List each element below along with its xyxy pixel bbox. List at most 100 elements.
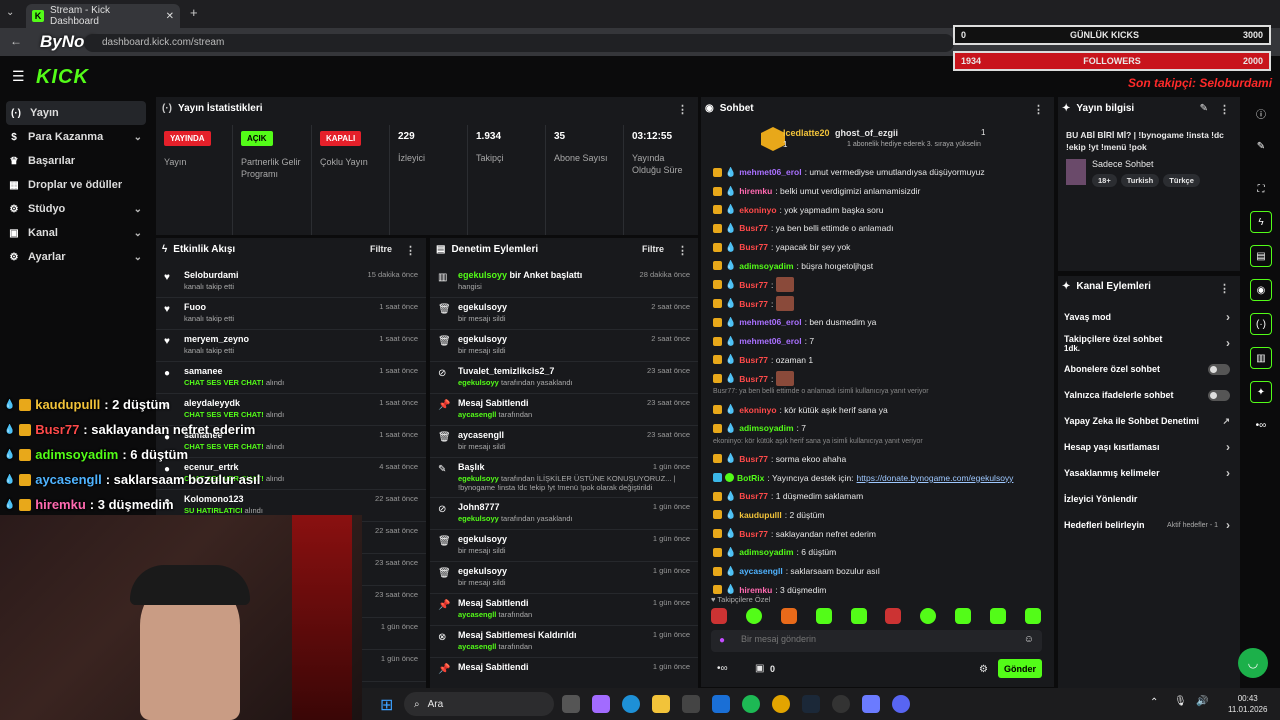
chevron-down-icon[interactable]: ⌄ <box>134 204 142 215</box>
obs-icon[interactable] <box>832 695 850 713</box>
stream-tag[interactable]: 18+ <box>1092 174 1117 187</box>
chat-message[interactable]: 💧 Busr77: <box>701 369 1054 388</box>
stream-tag[interactable]: Turkish <box>1120 174 1160 187</box>
sidebar-item[interactable]: ♛ Başarılar <box>0 149 152 173</box>
chevron-right-icon[interactable]: › <box>1226 518 1230 532</box>
copilot-icon[interactable] <box>592 695 610 713</box>
sidebar-item[interactable]: (·) Yayın <box>6 101 146 125</box>
chat-username[interactable]: adimsoyadim <box>739 423 793 433</box>
url-field[interactable]: dashboard.kick.com/stream <box>84 34 954 52</box>
chevron-down-icon[interactable]: ⌄ <box>134 252 142 263</box>
chevron-right-icon[interactable]: › <box>1226 440 1230 454</box>
edge-icon[interactable] <box>622 695 640 713</box>
gift-target-name[interactable]: ghost_of_ezgii <box>835 128 898 138</box>
chat-username[interactable]: Busr77 <box>739 374 768 384</box>
chat-message[interactable]: 💧 adimsoyadim: 6 düştüm <box>701 543 1054 562</box>
moderation-row[interactable]: ⊘ Tuvalet_temizlikcis2_7 egekulsoyy tarafı… <box>430 362 698 394</box>
moderation-more-icon[interactable]: ⋮ <box>677 244 688 257</box>
chevron-down-icon[interactable]: ⌄ <box>134 132 142 143</box>
chevron-right-icon[interactable]: › <box>1226 466 1230 480</box>
chat-username[interactable]: ekoninyo <box>739 405 776 415</box>
channel-action-item[interactable]: Hesap yaşı kısıtlaması › <box>1058 434 1240 460</box>
sidebar-item[interactable]: ▣ Kanal ⌄ <box>0 221 152 245</box>
moderation-row[interactable]: ▥ egekulsoyy bir Anket başlattı hangisi 28 … <box>430 266 698 298</box>
moderation-row[interactable]: 📌 Mesaj Sabitlendi 1 gün önce <box>430 658 698 688</box>
chrome-icon[interactable] <box>772 695 790 713</box>
menu-icon[interactable]: ☰ <box>12 68 25 85</box>
chat-input-box[interactable]: ● ☺ <box>711 630 1042 652</box>
mail-icon[interactable] <box>712 695 730 713</box>
chat-settings-icon[interactable]: ⚙ <box>979 664 988 675</box>
channel-action-item[interactable]: İzleyici Yönlendir <box>1058 486 1240 512</box>
category-name[interactable]: Sadece Sohbet <box>1092 159 1154 169</box>
moderation-row[interactable]: 🗑 egekulsoyy bir mesajı sildi 1 gün önce <box>430 562 698 594</box>
sidebar-item[interactable]: ⚙ Ayarlar ⌄ <box>0 245 152 269</box>
emote-icon[interactable] <box>780 608 797 624</box>
stats-more-icon[interactable]: ⋮ <box>677 103 688 116</box>
chat-username[interactable]: Busr77 <box>739 491 768 501</box>
chat-message[interactable]: BotRix: Yayıncıya destek için: https://d… <box>701 468 1054 487</box>
gift-icon[interactable]: ▣ <box>755 663 764 674</box>
microphone-tray-icon[interactable]: 🎙 <box>1174 696 1187 707</box>
chat-message[interactable]: 💧 Busr77: saklayandan nefret ederim <box>701 524 1054 543</box>
chat-username[interactable]: mehmet06_erol <box>739 336 801 346</box>
sidebar-item[interactable]: ⚙ Stüdyo ⌄ <box>0 197 152 221</box>
chat-username[interactable]: BotRix <box>737 473 764 483</box>
moderation-row[interactable]: ⊗ Mesaj Sabitlemesi Kaldırıldı aycasengll … <box>430 626 698 658</box>
emote-icon[interactable] <box>1024 608 1041 624</box>
moderation-row[interactable]: 🗑 aycasengll bir mesajı sildi 23 saat önce <box>430 426 698 458</box>
chat-message[interactable]: 💧 hiremku: belki umut verdigimizi anlamam… <box>701 182 1054 201</box>
moderation-row[interactable]: 🗑 egekulsoyy bir mesajı sildi 2 saat önce <box>430 298 698 330</box>
file-explorer-icon[interactable] <box>652 695 670 713</box>
chat-message[interactable]: 💧 adimsoyadim: büşra hoıgetoljhgst <box>701 256 1054 275</box>
task-view-icon[interactable] <box>562 695 580 713</box>
channel-action-item[interactable]: Abonelere özel sohbet <box>1058 356 1240 382</box>
moderation-row[interactable]: 🗑 egekulsoyy bir mesajı sildi 1 gün önce <box>430 530 698 562</box>
donate-link[interactable]: https://donate.bynogame.com/egekulsoyy <box>857 473 1014 483</box>
chevron-right-icon[interactable]: › <box>1226 310 1230 324</box>
microphone-icon[interactable]: ● <box>719 635 725 646</box>
chat-username[interactable]: aycasengll <box>739 566 782 576</box>
emote-icon[interactable] <box>745 608 762 624</box>
broadcast-rail-icon[interactable]: (·) <box>1250 313 1272 335</box>
chat-rail-icon[interactable]: ◉ <box>1250 279 1272 301</box>
sidebar-item[interactable]: ▦ Droplar ve ödüller <box>0 173 152 197</box>
chat-message[interactable]: 💧 Busr77: ozaman 1 <box>701 351 1054 370</box>
chat-message[interactable]: 💧 ekoninyo: kör kütük aşık herif sana ya <box>701 400 1054 419</box>
emote-icon[interactable] <box>955 608 972 624</box>
close-tab-icon[interactable]: ✕ <box>166 11 174 22</box>
lightning-rail-icon[interactable]: ϟ <box>1250 211 1272 233</box>
activity-row[interactable]: ● samanee CHAT SES VER CHAT! alındı 1 saat … <box>156 362 426 394</box>
activity-row[interactable]: ♥ Fuoo kanalı takip etti 1 saat önce <box>156 298 426 330</box>
steam-icon[interactable] <box>802 695 820 713</box>
chat-username[interactable]: Busr77 <box>739 529 768 539</box>
chat-message[interactable]: 💧 Busr77: sorma ekoo ahaha <box>701 450 1054 469</box>
activity-filter-button[interactable]: Filtre <box>370 244 392 254</box>
stream-info-more-icon[interactable]: ⋮ <box>1219 103 1230 116</box>
chat-username[interactable]: kaudupulll <box>739 510 782 520</box>
chat-username[interactable]: mehmet06_erol <box>739 167 801 177</box>
emote-icon[interactable] <box>920 608 937 624</box>
tray-arrow-icon[interactable]: ⌃ <box>1150 697 1158 708</box>
chat-message[interactable]: 💧 aycasengll: saklarsaam bozulur asıl <box>701 562 1054 581</box>
new-tab-icon[interactable]: + <box>190 5 198 20</box>
moderation-row[interactable]: ⊘ John8777 egekulsoyy tarafından yasakland… <box>430 498 698 530</box>
chat-username[interactable]: hiremku <box>739 585 772 595</box>
chat-message[interactable]: 💧 Busr77: yapacak bir şey yok <box>701 238 1054 257</box>
moderation-row[interactable]: 📌 Mesaj Sabitlendi aycasengll tarafından 23… <box>430 394 698 426</box>
toggle-switch[interactable] <box>1208 389 1230 401</box>
channel-action-item[interactable]: Takipçilere özel sohbet 1dk. › <box>1058 330 1240 356</box>
support-chat-icon[interactable]: ◡ <box>1238 648 1268 678</box>
chevron-down-icon[interactable]: ⌄ <box>134 228 142 239</box>
chat-username[interactable]: Busr77 <box>739 242 768 252</box>
stream-tag[interactable]: Türkçe <box>1163 174 1200 187</box>
chat-message[interactable]: 💧 mehmet06_erol: ben dusmedim ya <box>701 313 1054 332</box>
emote-icon[interactable] <box>990 608 1006 624</box>
moderation-row[interactable]: 📌 Mesaj Sabitlendi aycasengll tarafından 1 … <box>430 594 698 626</box>
chat-username[interactable]: Busr77 <box>739 280 768 290</box>
list-rail-icon[interactable]: ▥ <box>1250 347 1272 369</box>
activity-row[interactable]: ♥ meryem_zeyno kanalı takip etti 1 saat önc… <box>156 330 426 362</box>
spotify-icon[interactable] <box>742 695 760 713</box>
channel-points-icon[interactable]: •∞ <box>717 663 728 674</box>
app-icon[interactable] <box>862 695 880 713</box>
